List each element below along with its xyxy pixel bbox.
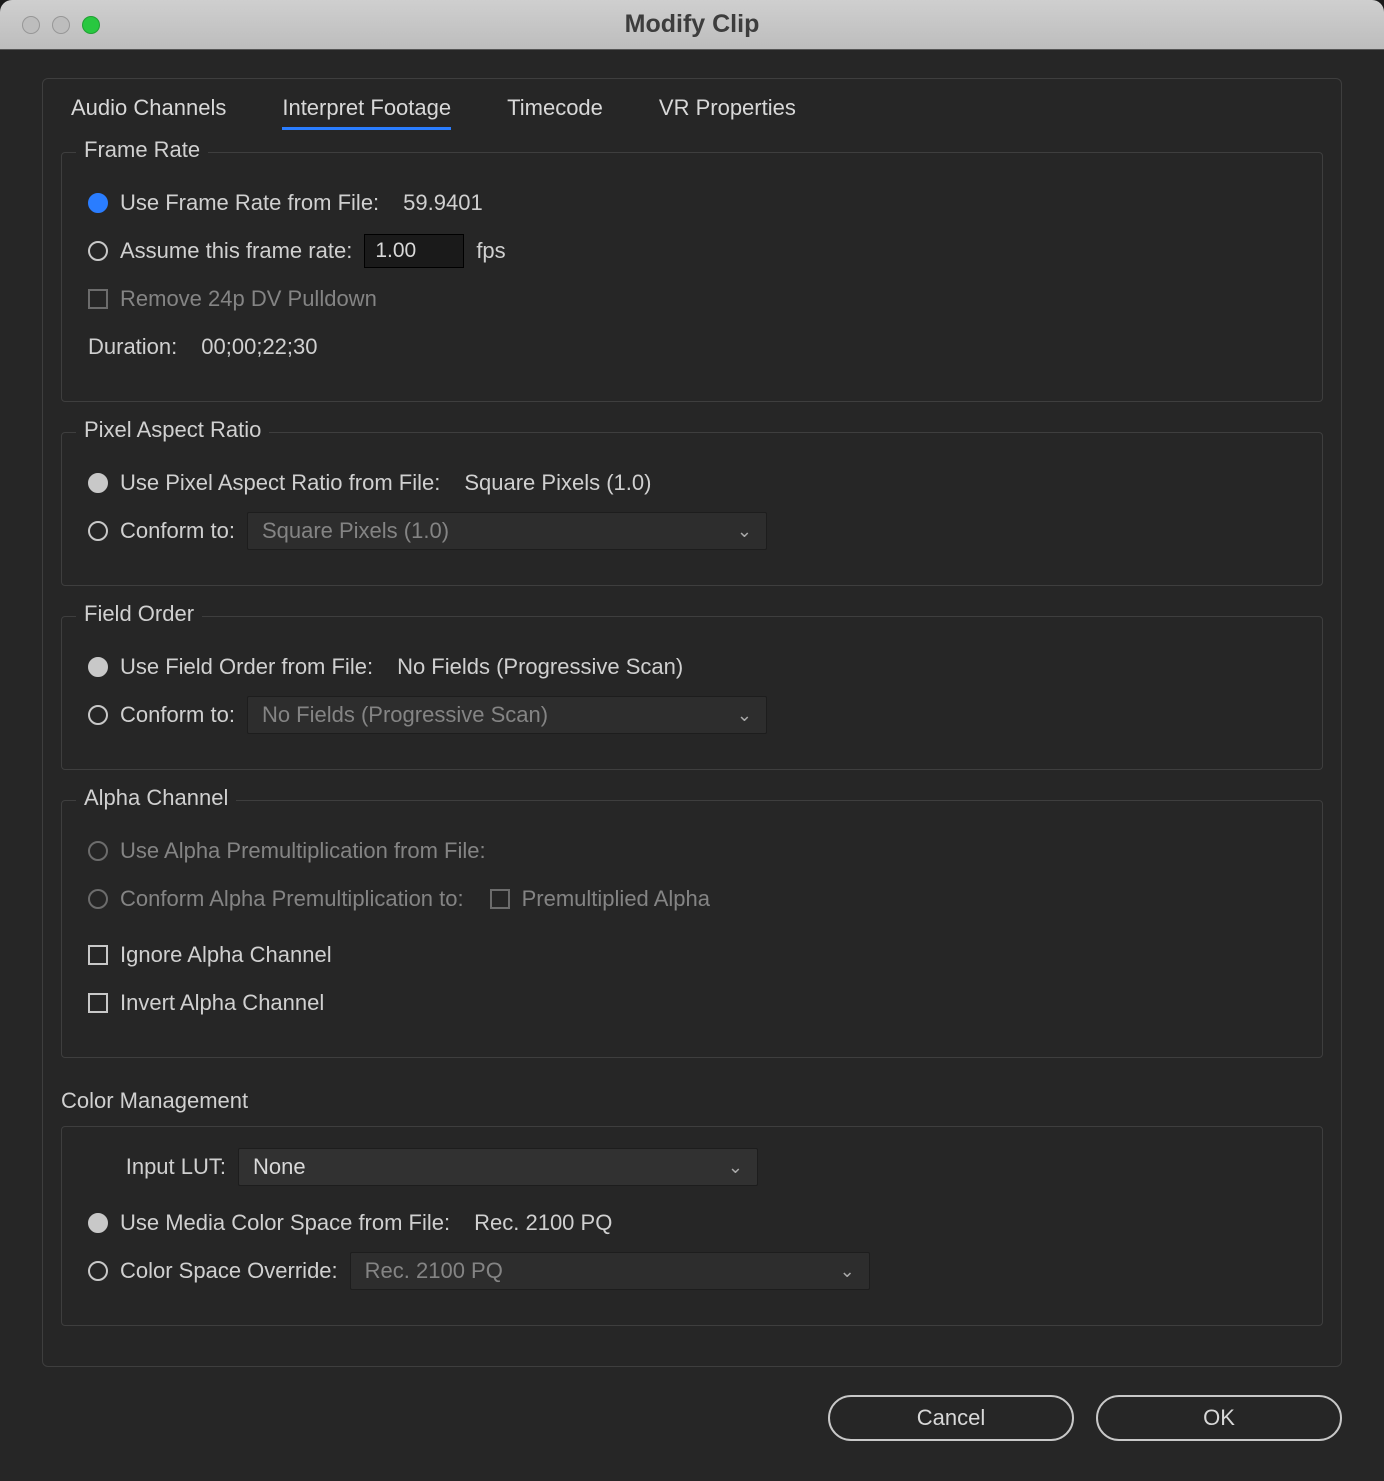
use-media-color-value: Rec. 2100 PQ [474, 1210, 612, 1236]
conform-par-row: Conform to: Square Pixels (1.0) ⌄ [88, 511, 1296, 551]
color-override-label: Color Space Override: [120, 1258, 338, 1284]
conform-par-select: Square Pixels (1.0) ⌄ [247, 512, 767, 550]
use-media-color-row: Use Media Color Space from File: Rec. 21… [88, 1203, 1296, 1243]
ok-button[interactable]: OK [1096, 1395, 1342, 1441]
tab-bar: Audio Channels Interpret Footage Timecod… [43, 79, 1341, 152]
alpha-legend: Alpha Channel [76, 785, 236, 811]
assume-frame-rate-row: Assume this frame rate: fps [88, 231, 1296, 271]
chevron-down-icon: ⌄ [728, 1157, 743, 1178]
ignore-alpha-row: Ignore Alpha Channel [88, 935, 1296, 975]
color-mgmt-group: Input LUT: None ⌄ Use Media Color Space … [61, 1126, 1323, 1326]
dialog-footer: Cancel OK [0, 1367, 1384, 1481]
conform-par-radio[interactable] [88, 521, 108, 541]
remove-pulldown-row: Remove 24p DV Pulldown [88, 279, 1296, 319]
frame-rate-legend: Frame Rate [76, 137, 208, 163]
input-lut-value: None [253, 1154, 306, 1180]
frame-rate-group: Frame Rate Use Frame Rate from File: 59.… [61, 152, 1323, 402]
tab-timecode[interactable]: Timecode [507, 95, 603, 130]
tab-vr-properties[interactable]: VR Properties [659, 95, 796, 130]
alpha-group: Alpha Channel Use Alpha Premultiplicatio… [61, 800, 1323, 1058]
ignore-alpha-checkbox[interactable] [88, 945, 108, 965]
use-media-color-radio[interactable] [88, 1213, 108, 1233]
use-frame-rate-label: Use Frame Rate from File: [120, 190, 379, 216]
use-par-row: Use Pixel Aspect Ratio from File: Square… [88, 463, 1296, 503]
input-lut-label: Input LUT: [96, 1154, 226, 1180]
ignore-alpha-label: Ignore Alpha Channel [120, 942, 332, 968]
input-lut-row: Input LUT: None ⌄ [88, 1147, 1296, 1187]
titlebar: Modify Clip [0, 0, 1384, 50]
chevron-down-icon: ⌄ [737, 705, 752, 726]
window-title: Modify Clip [0, 10, 1384, 39]
use-field-order-label: Use Field Order from File: [120, 654, 373, 680]
tab-interpret-footage[interactable]: Interpret Footage [282, 95, 451, 130]
use-par-radio[interactable] [88, 473, 108, 493]
color-override-row: Color Space Override: Rec. 2100 PQ ⌄ [88, 1251, 1296, 1291]
duration-value: 00;00;22;30 [201, 334, 317, 360]
invert-alpha-row: Invert Alpha Channel [88, 983, 1296, 1023]
conform-par-label: Conform to: [120, 518, 235, 544]
content-panel: Audio Channels Interpret Footage Timecod… [42, 78, 1342, 1367]
use-field-order-row: Use Field Order from File: No Fields (Pr… [88, 647, 1296, 687]
use-alpha-label: Use Alpha Premultiplication from File: [120, 838, 486, 864]
conform-field-order-label: Conform to: [120, 702, 235, 728]
duration-label: Duration: [88, 334, 177, 360]
conform-alpha-radio [88, 889, 108, 909]
cancel-button[interactable]: Cancel [828, 1395, 1074, 1441]
assume-frame-rate-input[interactable] [364, 234, 464, 268]
chevron-down-icon: ⌄ [840, 1261, 855, 1282]
use-alpha-radio [88, 841, 108, 861]
conform-field-order-row: Conform to: No Fields (Progressive Scan)… [88, 695, 1296, 735]
invert-alpha-checkbox[interactable] [88, 993, 108, 1013]
assume-frame-rate-label: Assume this frame rate: [120, 238, 352, 264]
pixel-aspect-legend: Pixel Aspect Ratio [76, 417, 269, 443]
use-frame-rate-radio[interactable] [88, 193, 108, 213]
conform-par-select-value: Square Pixels (1.0) [262, 518, 449, 544]
conform-field-order-select-value: No Fields (Progressive Scan) [262, 702, 548, 728]
use-frame-rate-row: Use Frame Rate from File: 59.9401 [88, 183, 1296, 223]
invert-alpha-label: Invert Alpha Channel [120, 990, 324, 1016]
use-media-color-label: Use Media Color Space from File: [120, 1210, 450, 1236]
use-alpha-row: Use Alpha Premultiplication from File: [88, 831, 1296, 871]
field-order-group: Field Order Use Field Order from File: N… [61, 616, 1323, 770]
conform-field-order-radio[interactable] [88, 705, 108, 725]
assume-frame-rate-radio[interactable] [88, 241, 108, 261]
pixel-aspect-group: Pixel Aspect Ratio Use Pixel Aspect Rati… [61, 432, 1323, 586]
use-par-label: Use Pixel Aspect Ratio from File: [120, 470, 440, 496]
dialog-body: Audio Channels Interpret Footage Timecod… [0, 50, 1384, 1481]
premultiplied-checkbox [490, 889, 510, 909]
fps-suffix: fps [476, 238, 505, 264]
use-field-order-value: No Fields (Progressive Scan) [397, 654, 683, 680]
field-order-legend: Field Order [76, 601, 202, 627]
tab-audio-channels[interactable]: Audio Channels [71, 95, 226, 130]
chevron-down-icon: ⌄ [737, 521, 752, 542]
modify-clip-dialog: Modify Clip Audio Channels Interpret Foo… [0, 0, 1384, 1481]
remove-pulldown-checkbox [88, 289, 108, 309]
input-lut-select[interactable]: None ⌄ [238, 1148, 758, 1186]
color-override-select: Rec. 2100 PQ ⌄ [350, 1252, 870, 1290]
conform-field-order-select: No Fields (Progressive Scan) ⌄ [247, 696, 767, 734]
use-field-order-radio[interactable] [88, 657, 108, 677]
color-mgmt-legend: Color Management [61, 1088, 1323, 1114]
use-frame-rate-value: 59.9401 [403, 190, 483, 216]
use-par-value: Square Pixels (1.0) [464, 470, 651, 496]
duration-row: Duration: 00;00;22;30 [88, 327, 1296, 367]
color-override-radio[interactable] [88, 1261, 108, 1281]
conform-alpha-label: Conform Alpha Premultiplication to: [120, 886, 464, 912]
remove-pulldown-label: Remove 24p DV Pulldown [120, 286, 377, 312]
premultiplied-label: Premultiplied Alpha [522, 886, 710, 912]
conform-alpha-row: Conform Alpha Premultiplication to: Prem… [88, 879, 1296, 919]
color-override-value: Rec. 2100 PQ [365, 1258, 503, 1284]
